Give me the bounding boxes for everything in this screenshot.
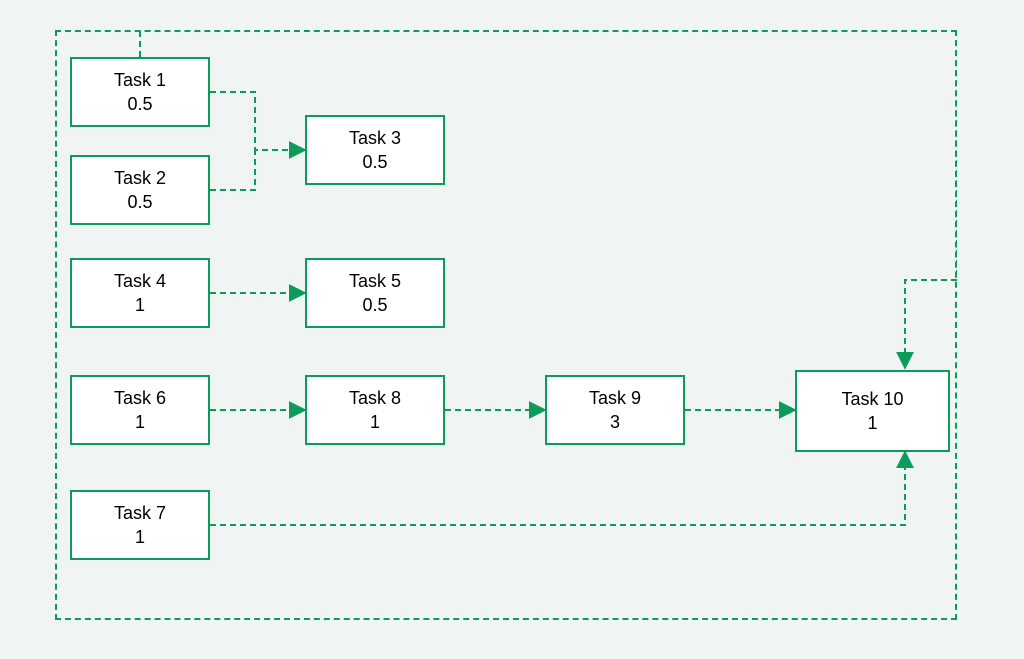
task-label: Task 2 (114, 166, 166, 190)
task-value: 1 (135, 410, 145, 434)
task-value: 0.5 (127, 190, 152, 214)
task-value: 0.5 (127, 92, 152, 116)
task-label: Task 10 (841, 387, 903, 411)
task-value: 1 (135, 293, 145, 317)
task-value: 1 (867, 411, 877, 435)
task-node-10: Task 10 1 (795, 370, 950, 452)
task-value: 0.5 (362, 150, 387, 174)
task-node-5: Task 5 0.5 (305, 258, 445, 328)
task-value: 3 (610, 410, 620, 434)
task-value: 1 (135, 525, 145, 549)
task-label: Task 5 (349, 269, 401, 293)
task-node-1: Task 1 0.5 (70, 57, 210, 127)
task-node-4: Task 4 1 (70, 258, 210, 328)
task-label: Task 6 (114, 386, 166, 410)
task-label: Task 7 (114, 501, 166, 525)
task-node-3: Task 3 0.5 (305, 115, 445, 185)
task-node-9: Task 9 3 (545, 375, 685, 445)
task-value: 1 (370, 410, 380, 434)
task-label: Task 9 (589, 386, 641, 410)
task-value: 0.5 (362, 293, 387, 317)
task-node-7: Task 7 1 (70, 490, 210, 560)
task-node-2: Task 2 0.5 (70, 155, 210, 225)
task-label: Task 4 (114, 269, 166, 293)
task-node-8: Task 8 1 (305, 375, 445, 445)
task-node-6: Task 6 1 (70, 375, 210, 445)
task-label: Task 3 (349, 126, 401, 150)
task-label: Task 8 (349, 386, 401, 410)
task-label: Task 1 (114, 68, 166, 92)
